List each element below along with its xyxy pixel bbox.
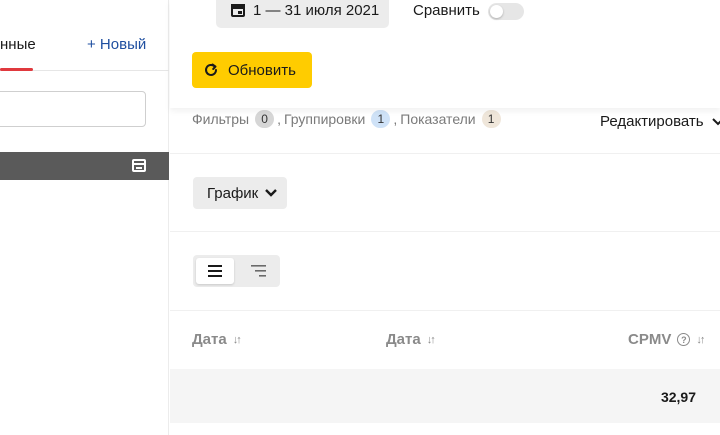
refresh-button[interactable]: Обновить: [192, 52, 312, 88]
groupings-count-badge: 1: [371, 110, 391, 128]
new-report-link[interactable]: + Новый: [87, 36, 146, 53]
sort-icon[interactable]: ↓↑: [233, 334, 242, 346]
column-header-label: Дата: [192, 331, 227, 348]
sidebar: нные + Новый: [0, 0, 169, 435]
main-content: 1 — 31 июля 2021 Сравнить Обновить Фильт…: [170, 0, 720, 435]
column-header-cpmv[interactable]: CPMV ? ↓↑: [628, 331, 705, 348]
date-range-label: 1 — 31 июля 2021: [253, 2, 380, 19]
list-view-button[interactable]: [196, 258, 234, 284]
filters-bar: Фильтры 0 , Группировки 1 , Показатели 1: [192, 110, 504, 128]
divider: [170, 153, 720, 154]
layout-icon[interactable]: [132, 159, 146, 172]
chart-toggle-button[interactable]: График: [193, 177, 287, 209]
divider: [170, 231, 720, 232]
chevron-down-icon: [265, 189, 278, 197]
sidebar-selected-item[interactable]: [0, 152, 169, 180]
column-header-label: Дата: [386, 331, 421, 348]
tab-saved-reports[interactable]: нные: [0, 36, 36, 53]
compare-toggle[interactable]: [488, 3, 524, 20]
filters-link[interactable]: Фильтры: [192, 111, 249, 127]
groupings-link[interactable]: Группировки: [284, 111, 365, 127]
sort-icon[interactable]: ↓↑: [696, 334, 705, 346]
sort-icon[interactable]: ↓↑: [427, 334, 436, 346]
separator: ,: [277, 111, 281, 127]
active-tab-indicator: [0, 68, 33, 71]
edit-label: Редактировать: [600, 113, 704, 130]
compare-label: Сравнить: [413, 2, 480, 19]
chart-label: График: [207, 184, 259, 202]
date-range-button[interactable]: 1 — 31 июля 2021: [216, 0, 389, 28]
totals-row: 32,97: [170, 369, 720, 423]
list-view-icon: [208, 265, 222, 277]
separator: ,: [393, 111, 398, 127]
refresh-label: Обновить: [228, 61, 296, 79]
column-header-date[interactable]: Дата ↓↑: [386, 331, 436, 348]
chevron-down-icon: [711, 117, 720, 125]
view-mode-switch: [193, 255, 280, 287]
column-header-label: CPMV: [628, 331, 672, 348]
toggle-knob: [490, 5, 503, 18]
metrics-count-badge: 1: [481, 110, 501, 128]
help-icon[interactable]: ?: [677, 333, 691, 346]
metrics-link[interactable]: Показатели: [400, 111, 475, 127]
calendar-icon: [231, 4, 245, 17]
total-cpmv-value: 32,97: [660, 389, 696, 405]
report-toolbar: 1 — 31 июля 2021 Сравнить Обновить: [170, 0, 720, 108]
tree-view-button[interactable]: [239, 258, 277, 284]
column-header-date[interactable]: Дата ↓↑: [192, 331, 242, 348]
sidebar-search-input[interactable]: [0, 91, 146, 127]
edit-button[interactable]: Редактировать: [600, 113, 720, 130]
divider: [170, 310, 720, 311]
tree-view-icon: [250, 265, 266, 277]
filters-count-badge: 0: [255, 110, 275, 128]
refresh-icon: [205, 63, 217, 76]
